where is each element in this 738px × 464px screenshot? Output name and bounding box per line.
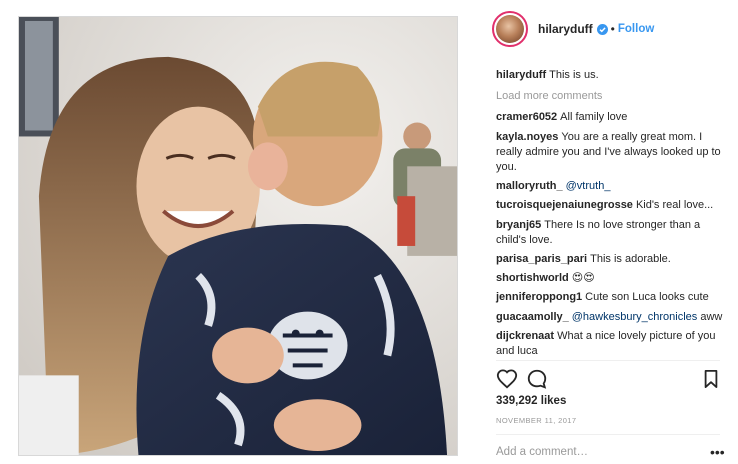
comment-text: Cute son Luca looks cute — [585, 291, 709, 304]
comment-item: tucroisquejenaiunegrosse Kid's real love.… — [496, 198, 728, 213]
comment-username[interactable]: jenniferoppong1 — [496, 291, 582, 303]
comment-item: parisa_paris_pari This is adorable. — [496, 252, 728, 267]
comment-username[interactable]: dijckrenaat — [496, 330, 554, 342]
author-avatar[interactable] — [492, 11, 528, 47]
comment-emoji: 😍😍 — [571, 272, 595, 285]
post-caption: hilaryduff This is us. — [496, 68, 728, 83]
follow-button[interactable]: Follow — [618, 23, 654, 35]
comment-item: kayla.noyes You are a really great mom. I… — [496, 130, 728, 176]
comment-mention[interactable]: @vtruth_ — [566, 180, 611, 192]
comment-text: This is adorable. — [590, 253, 671, 266]
comment-icon[interactable] — [526, 368, 548, 390]
comment-username[interactable]: guacaamolly_ — [496, 311, 569, 323]
comments-list: hilaryduff This is us. Load more comments… — [496, 68, 728, 363]
comment-text: aww — [700, 310, 723, 323]
post-actions — [496, 368, 720, 392]
bookmark-icon[interactable] — [702, 368, 720, 390]
divider — [496, 434, 720, 435]
comment-username[interactable]: malloryruth_ — [496, 180, 563, 192]
comment-item: jenniferoppong1 Cute son Luca looks cute — [496, 290, 728, 305]
add-comment-input[interactable] — [496, 446, 696, 458]
comment-username[interactable]: parisa_paris_pari — [496, 253, 587, 265]
caption-username[interactable]: hilaryduff — [496, 69, 546, 81]
comment-username[interactable]: shortishworld — [496, 272, 569, 284]
comment-item: malloryruth_ @vtruth_ — [496, 179, 728, 194]
comment-username[interactable]: tucroisquejenaiunegrosse — [496, 199, 633, 211]
caption-text: This is us. — [549, 69, 599, 81]
comment-username[interactable]: cramer6052 — [496, 111, 557, 123]
comment-text: All family love — [560, 111, 628, 124]
comment-username[interactable]: bryanj65 — [496, 219, 541, 231]
divider — [496, 360, 720, 361]
post-date: NOVEMBER 11, 2017 — [496, 416, 577, 425]
comment-mention[interactable]: @hawkesbury_chronicles — [572, 311, 698, 323]
comment-item: dijckrenaat What a nice lovely picture of… — [496, 329, 728, 359]
load-more-comments-button[interactable]: Load more comments — [496, 89, 728, 104]
comment-text: Kid's real love... — [635, 199, 714, 212]
more-options-icon[interactable]: ••• — [710, 444, 725, 460]
author-username[interactable]: hilaryduff — [538, 22, 593, 36]
likes-count[interactable]: 339,292 likes — [496, 395, 566, 407]
comment-item: cramer6052 All family love — [496, 110, 728, 125]
post-photo[interactable] — [18, 16, 458, 456]
verified-badge-icon — [596, 23, 608, 35]
comment-username[interactable]: kayla.noyes — [496, 131, 558, 143]
header-separator: • — [610, 22, 615, 36]
post-header: hilaryduff • Follow — [492, 10, 654, 48]
post-sidebar: hilaryduff • Follow hilaryduff This is us… — [478, 0, 738, 464]
comment-item: guacaamolly_ @hawkesbury_chronicles aww — [496, 310, 728, 325]
comment-item: shortishworld 😍😍 — [496, 271, 728, 286]
comment-item: bryanj65 There Is no love stronger than a… — [496, 218, 728, 248]
post-image — [19, 17, 457, 455]
heart-icon[interactable] — [496, 368, 518, 390]
